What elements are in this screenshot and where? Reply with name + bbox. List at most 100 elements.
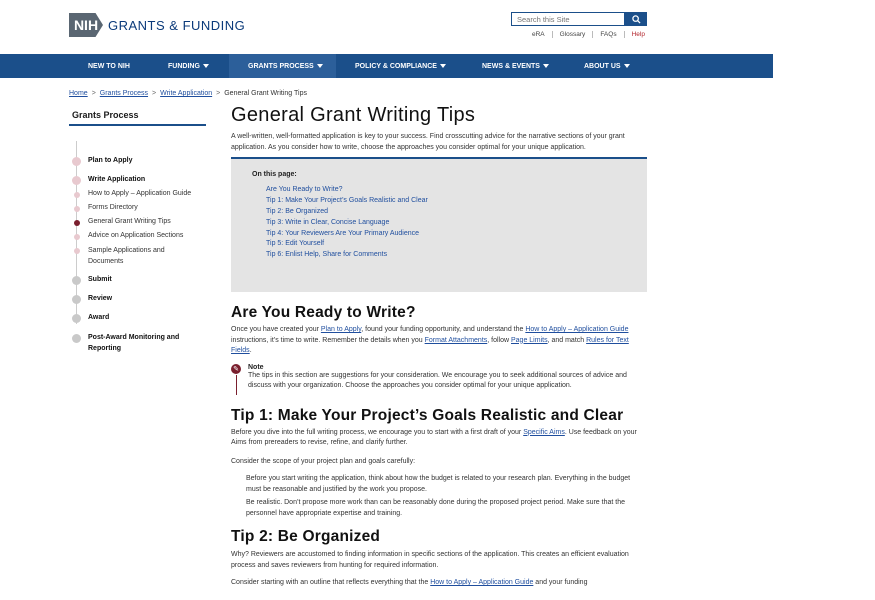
text: , follow [487, 336, 511, 344]
nav-grants-process[interactable]: GRANTS PROCESS [229, 54, 336, 78]
toc-link[interactable]: Are You Ready to Write? [266, 186, 627, 193]
nav-label: FUNDING [168, 62, 200, 70]
text: instructions, it’s time to write. Rememb… [231, 336, 425, 344]
nih-logo[interactable]: NIH GRANTS & FUNDING [69, 13, 245, 37]
sidebar-item-general-grant-writing-tips[interactable]: General Grant Writing Tips [88, 218, 171, 225]
page-title: General Grant Writing Tips [231, 104, 476, 126]
chevron-down-icon [623, 64, 630, 68]
toc-link[interactable]: Tip 4: Your Reviewers Are Your Primary A… [266, 230, 627, 237]
sidebar-item-advice-application-sections[interactable]: Advice on Application Sections [88, 232, 183, 239]
plan-to-apply-link[interactable]: Plan to Apply [321, 326, 361, 333]
section-heading-tip1: Tip 1: Make Your Project’s Goals Realist… [231, 406, 624, 424]
glossary-link[interactable]: Glossary [551, 31, 593, 38]
tip1-scope-paragraph: Consider the scope of your project plan … [231, 457, 416, 465]
step-dot [73, 234, 80, 240]
breadcrumb-separator: > [216, 90, 221, 97]
breadcrumb-grants-process[interactable]: Grants Process [100, 90, 148, 97]
breadcrumb-current: General Grant Writing Tips [224, 90, 307, 97]
era-link[interactable]: eRA [532, 31, 552, 38]
toc-link[interactable]: Tip 5: Edit Yourself [266, 240, 627, 247]
on-this-page-title: On this page: [252, 171, 297, 178]
step-dot [72, 314, 81, 323]
text: Before you dive into the full writing pr… [231, 428, 524, 436]
pencil-icon: ✎ [231, 363, 241, 374]
step-dot [73, 206, 80, 212]
nav-label: NEW TO NIH [88, 62, 130, 70]
breadcrumb-home[interactable]: Home [69, 90, 88, 97]
section-heading-tip2: Tip 2: Be Organized [231, 528, 381, 545]
list-item: Be realistic. Don’t propose more work th… [246, 499, 625, 517]
text: Consider starting with an outline that r… [231, 579, 431, 586]
nav-new-to-nih[interactable]: NEW TO NIH [88, 54, 130, 78]
toc-link[interactable]: Tip 2: Be Organized [266, 208, 627, 215]
breadcrumb-separator: > [152, 90, 157, 97]
logo-text: GRANTS & FUNDING [108, 17, 246, 33]
tip1-bullets: Before you start writing the application… [246, 474, 647, 519]
sidebar-item-post-award[interactable]: Post-Award Monitoring and Reporting [88, 333, 198, 354]
tip1-paragraph: Before you dive into the full writing pr… [231, 428, 647, 449]
utility-links: eRA Glossary FAQs Help [532, 31, 652, 38]
search-icon [631, 14, 641, 24]
nav-label: NEWS & EVENTS [482, 62, 540, 70]
page-intro: A well-written, well-formatted applicati… [231, 133, 625, 151]
list-item: Before you start writing the application… [246, 475, 631, 493]
sidebar-item-plan-to-apply[interactable]: Plan to Apply [88, 157, 132, 164]
step-dot [73, 192, 80, 198]
nav-about-us[interactable]: ABOUT US [584, 54, 630, 78]
sidebar-item-forms-directory[interactable]: Forms Directory [88, 204, 138, 211]
breadcrumb-write-application[interactable]: Write Application [160, 90, 212, 97]
section-heading-ready: Are You Ready to Write? [231, 304, 416, 321]
current-step-dot [73, 220, 80, 226]
nav-funding[interactable]: FUNDING [168, 54, 209, 78]
note-text: The tips in this section are suggestions… [248, 371, 627, 390]
main-nav: NEW TO NIH FUNDING GRANTS PROCESS POLICY… [0, 54, 773, 78]
step-dot [72, 276, 81, 285]
step-dot [72, 334, 81, 343]
sidebar-title: Grants Process [69, 108, 206, 126]
ready-paragraph: Once you have created your Plan to Apply… [231, 325, 647, 357]
sidebar-item-how-to-apply[interactable]: How to Apply – Application Guide [88, 190, 191, 197]
toc-link[interactable]: Tip 1: Make Your Project’s Goals Realist… [266, 197, 627, 204]
tip2-outline-paragraph: Consider starting with an outline that r… [231, 578, 647, 589]
search-button[interactable] [625, 12, 647, 26]
nav-news-events[interactable]: NEWS & EVENTS [482, 54, 549, 78]
sidebar-item-award[interactable]: Award [88, 314, 109, 321]
chevron-down-icon [439, 64, 446, 68]
toc-link[interactable]: Tip 3: Write in Clear, Concise Language [266, 219, 627, 226]
chevron-down-icon [316, 64, 323, 68]
sidebar: Grants Process Plan to Apply Write Appli… [69, 108, 206, 352]
note-title: Note [248, 363, 264, 371]
step-dot [72, 157, 81, 166]
specific-aims-link[interactable]: Specific Aims [523, 429, 565, 436]
step-dot [72, 295, 81, 304]
main-content: General Grant Writing Tips A well-writte… [231, 104, 647, 589]
text: , found your funding opportunity, and un… [361, 326, 526, 333]
how-to-apply-link[interactable]: How to Apply – Application Guide [430, 579, 533, 586]
step-dot [72, 176, 81, 185]
format-attachments-link[interactable]: Format Attachments [425, 337, 488, 344]
help-link[interactable]: Help [623, 31, 652, 38]
sidebar-item-submit[interactable]: Submit [88, 276, 112, 283]
text: . [249, 347, 252, 354]
note-callout: ✎ Note The tips in this section are sugg… [231, 363, 647, 395]
breadcrumb-separator: > [91, 90, 96, 97]
nav-policy-compliance[interactable]: POLICY & COMPLIANCE [355, 54, 446, 78]
how-to-apply-link[interactable]: How to Apply – Application Guide [525, 326, 628, 333]
breadcrumb: Home > Grants Process > Write Application > Ge… [69, 90, 307, 97]
site-search [511, 12, 647, 26]
note-bar [235, 374, 237, 395]
toc-link[interactable]: Tip 6: Enlist Help, Share for Comments [266, 251, 627, 258]
sidebar-item-sample-applications[interactable]: Sample Applications and Documents [88, 246, 188, 267]
faqs-link[interactable]: FAQs [592, 31, 623, 38]
nav-label: GRANTS PROCESS [248, 62, 314, 70]
logo-mark: NIH [69, 13, 103, 37]
search-input[interactable] [511, 12, 625, 26]
chevron-down-icon [542, 64, 549, 68]
text: and your funding [533, 579, 588, 586]
tip2-paragraph: Why? Reviewers are accustomed to finding… [231, 551, 629, 569]
chevron-down-icon [202, 64, 209, 68]
page-limits-link[interactable]: Page Limits [511, 337, 548, 344]
sidebar-item-write-application[interactable]: Write Application [88, 176, 145, 183]
text: , and match [547, 336, 587, 344]
sidebar-item-review[interactable]: Review [88, 295, 112, 302]
